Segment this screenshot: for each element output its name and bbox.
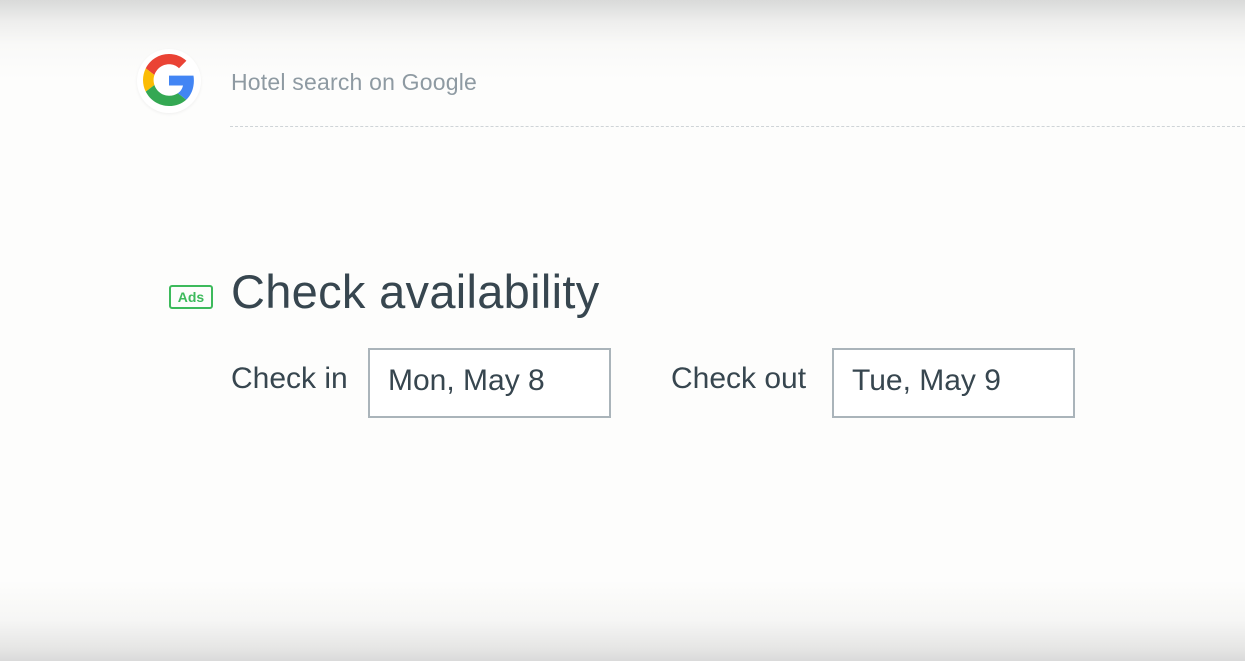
check-in-label: Check in	[231, 362, 348, 395]
check-in-date-value: Mon, May 8	[388, 364, 545, 397]
check-out-date-field[interactable]: Tue, May 9	[832, 348, 1075, 418]
check-out-date-value: Tue, May 9	[852, 364, 1001, 397]
google-logo	[137, 49, 201, 113]
check-out-label: Check out	[671, 362, 807, 395]
page-header-title: Hotel search on Google	[231, 69, 478, 95]
header-divider	[230, 126, 1245, 127]
check-in-date-field[interactable]: Mon, May 8	[368, 348, 611, 418]
google-g-icon	[143, 54, 194, 106]
page-title: Check availability	[231, 265, 600, 318]
ads-badge: Ads	[169, 285, 213, 309]
